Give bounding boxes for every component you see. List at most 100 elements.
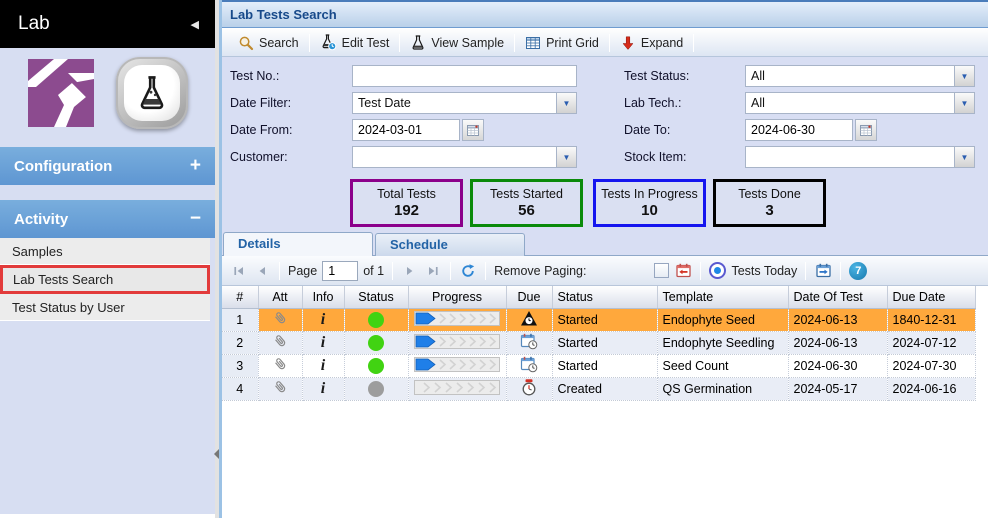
lab-module-button[interactable] <box>116 57 188 129</box>
section-label: Activity <box>14 211 68 228</box>
sidebar-item-test-status-by-user[interactable]: Test Status by User <box>0 294 210 321</box>
attachment-cell[interactable] <box>258 354 302 377</box>
chevron-down-icon[interactable]: ▼ <box>954 147 974 167</box>
column-header-date-of-test[interactable]: Date Of Test <box>788 286 887 308</box>
customer-select[interactable]: ▼ <box>352 146 577 168</box>
calendar-picker-icon <box>859 123 873 137</box>
remove-paging-label: Remove Paging: <box>494 264 586 278</box>
test-status-select[interactable]: All ▼ <box>745 65 975 87</box>
summary-value: 192 <box>353 202 460 219</box>
tests-today-radio[interactable] <box>709 262 726 279</box>
attachment-cell[interactable] <box>258 377 302 400</box>
info-cell[interactable]: i <box>302 331 344 354</box>
info-cell[interactable]: i <box>302 377 344 400</box>
column-header-due[interactable]: Due <box>506 286 552 308</box>
flask-icon <box>135 75 169 111</box>
column-header-status[interactable]: Status <box>552 286 657 308</box>
summary-value: 3 <box>716 202 823 219</box>
table-row[interactable]: 4 i <box>222 377 975 400</box>
paging-separator <box>840 262 841 280</box>
date-from-input[interactable] <box>352 119 460 141</box>
warning-clock-icon <box>520 310 538 327</box>
paging-bar: Page of 1 Remove Pag <box>222 256 988 286</box>
progress-cell <box>408 308 506 331</box>
info-icon: i <box>321 357 325 374</box>
column-header-template[interactable]: Template <box>657 286 788 308</box>
attachment-cell[interactable] <box>258 308 302 331</box>
chevron-down-icon[interactable]: ▼ <box>556 147 576 167</box>
tests-today-calendar-button[interactable] <box>814 262 832 280</box>
sidebar-nav: Samples Lab Tests Search Test Status by … <box>0 238 210 321</box>
date-filter-select[interactable]: Test Date ▼ <box>352 92 577 114</box>
calendar-picker-icon <box>466 123 480 137</box>
next-page-button[interactable] <box>401 262 419 280</box>
radio-dot <box>714 267 721 274</box>
test-no-input[interactable] <box>352 65 577 87</box>
toolbar: Search Edit Test View Sample <box>222 29 988 57</box>
toolbar-button-label: Print Grid <box>546 36 599 50</box>
chevron-down-icon[interactable]: ▼ <box>954 66 974 86</box>
table-row[interactable]: 1 i <box>222 308 975 331</box>
status-dot <box>368 381 384 397</box>
column-header-num[interactable]: # <box>222 286 258 308</box>
sidebar-item-lab-tests-search[interactable]: Lab Tests Search <box>0 265 210 294</box>
status-dot <box>368 335 384 351</box>
date-of-test-cell: 2024-05-17 <box>788 377 887 400</box>
tab-details[interactable]: Details <box>223 232 373 256</box>
tests-started-box: Tests Started 56 <box>470 179 583 227</box>
attachment-cell[interactable] <box>258 331 302 354</box>
remove-paging-calendar-button[interactable] <box>674 262 692 280</box>
column-header-status-light[interactable]: Status <box>344 286 408 308</box>
due-icon-cell <box>506 331 552 354</box>
lab-tech-select[interactable]: All ▼ <box>745 92 975 114</box>
collapse-sidebar-icon[interactable]: ◀ <box>191 18 199 31</box>
lab-tech-label: Lab Tech.: <box>624 96 681 110</box>
tests-in-progress-box: Tests In Progress 10 <box>593 179 706 227</box>
collapse-minus-icon[interactable]: − <box>190 208 201 230</box>
paperclip-icon <box>272 333 288 349</box>
first-page-button[interactable] <box>230 262 248 280</box>
column-header-info[interactable]: Info <box>302 286 344 308</box>
sidebar-section-configuration[interactable]: Configuration + <box>0 147 215 185</box>
info-cell[interactable]: i <box>302 354 344 377</box>
stopwatch-icon <box>520 378 538 396</box>
previous-page-button[interactable] <box>253 262 271 280</box>
count-badge[interactable]: 7 <box>849 262 867 280</box>
app-window: Lab ◀ <box>0 0 988 518</box>
view-sample-button[interactable]: View Sample <box>402 31 512 55</box>
sidebar-section-activity[interactable]: Activity − <box>0 200 215 238</box>
search-button[interactable]: Search <box>230 31 307 55</box>
table-row[interactable]: 2 i <box>222 331 975 354</box>
status-dot <box>368 312 384 328</box>
last-page-button[interactable] <box>424 262 442 280</box>
expand-button[interactable]: Expand <box>612 31 691 55</box>
template-cell: QS Germination <box>657 377 788 400</box>
template-cell: Endophyte Seed <box>657 308 788 331</box>
chevron-down-icon[interactable]: ▼ <box>556 93 576 113</box>
column-header-progress[interactable]: Progress <box>408 286 506 308</box>
table-row[interactable]: 3 i <box>222 354 975 377</box>
remove-paging-checkbox[interactable] <box>654 263 669 278</box>
page-count-label: of 1 <box>363 264 384 278</box>
date-from-calendar-button[interactable] <box>462 119 484 141</box>
date-to-input[interactable] <box>745 119 853 141</box>
info-cell[interactable]: i <box>302 308 344 331</box>
stock-item-select[interactable]: ▼ <box>745 146 975 168</box>
customer-label: Customer: <box>230 150 288 164</box>
refresh-button[interactable] <box>459 262 477 280</box>
date-to-calendar-button[interactable] <box>855 119 877 141</box>
info-icon: i <box>321 380 325 397</box>
sidebar-item-samples[interactable]: Samples <box>0 238 210 265</box>
tab-schedule[interactable]: Schedule <box>375 233 525 256</box>
chevron-down-icon[interactable]: ▼ <box>954 93 974 113</box>
page-number-input[interactable] <box>322 261 358 281</box>
date-of-test-cell: 2024-06-13 <box>788 331 887 354</box>
print-grid-button[interactable]: Print Grid <box>517 31 607 55</box>
edit-test-button[interactable]: Edit Test <box>312 31 398 55</box>
column-header-att[interactable]: Att <box>258 286 302 308</box>
summary-value: 10 <box>596 202 703 219</box>
expand-plus-icon[interactable]: + <box>190 155 201 177</box>
column-header-due-date[interactable]: Due Date <box>887 286 975 308</box>
stock-item-value <box>746 147 954 167</box>
date-to-field <box>745 119 877 141</box>
